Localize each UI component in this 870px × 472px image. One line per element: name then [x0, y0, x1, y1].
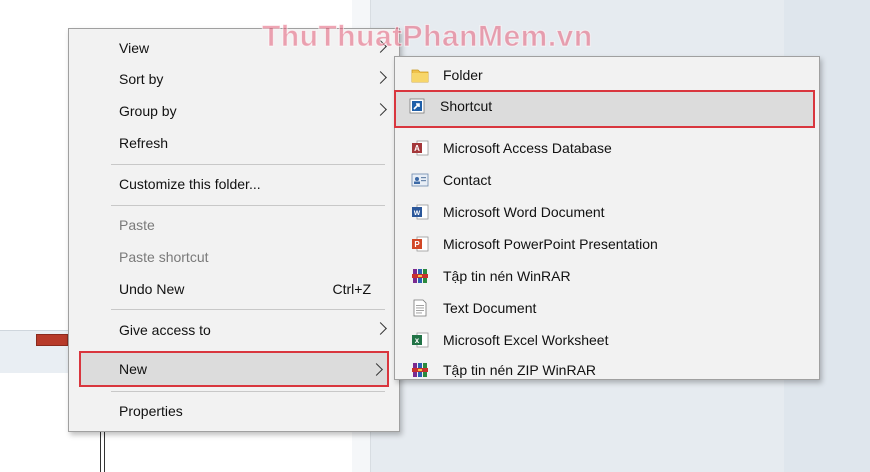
background-red-element: [36, 334, 68, 346]
menu-item-label: Group by: [119, 103, 177, 119]
submenu-item-winrar-zip[interactable]: Tập tin nén ZIP WinRAR: [397, 354, 817, 386]
menu-separator: [111, 309, 385, 310]
menu-item-new[interactable]: New: [79, 351, 389, 387]
submenu-item-label: Contact: [443, 172, 492, 188]
chevron-right-icon: [374, 103, 387, 116]
menu-item-paste[interactable]: Paste: [71, 210, 397, 240]
menu-item-label: New: [119, 361, 148, 377]
submenu-item-label: Microsoft PowerPoint Presentation: [443, 236, 658, 252]
menu-item-label: Properties: [119, 403, 183, 419]
submenu-item-shortcut[interactable]: Shortcut: [394, 90, 815, 128]
chevron-right-icon: [374, 71, 387, 84]
chevron-right-icon: [370, 363, 383, 376]
svg-text:w: w: [413, 208, 421, 217]
contact-icon: [411, 171, 429, 189]
menu-item-label: Sort by: [119, 71, 164, 87]
submenu-item-label: Microsoft Word Document: [443, 204, 605, 220]
menu-item-refresh[interactable]: Refresh: [71, 128, 397, 158]
context-menu: View Sort by Group by Refresh Customize …: [68, 28, 400, 432]
submenu-item-label: Microsoft Access Database: [443, 140, 612, 156]
submenu-item-label: Microsoft Excel Worksheet: [443, 332, 609, 348]
background-vertical-line: [100, 432, 105, 472]
menu-item-give-access[interactable]: Give access to: [71, 315, 397, 345]
menu-item-label: Give access to: [119, 322, 211, 338]
menu-item-customize-folder[interactable]: Customize this folder...: [71, 169, 397, 199]
excel-icon: x: [411, 331, 429, 349]
word-icon: w: [411, 203, 429, 221]
menu-item-label: Customize this folder...: [119, 176, 261, 192]
submenu-item-label: Tập tin nén WinRAR: [443, 268, 571, 284]
chevron-right-icon: [374, 322, 387, 335]
submenu-item-label: Folder: [443, 67, 483, 83]
menu-item-label: Paste shortcut: [119, 249, 209, 265]
submenu-item-powerpoint[interactable]: P Microsoft PowerPoint Presentation: [397, 228, 817, 260]
menu-item-sort-by[interactable]: Sort by: [71, 64, 397, 94]
submenu-item-access-database[interactable]: A Microsoft Access Database: [397, 132, 817, 164]
menu-item-label: Undo New: [119, 281, 185, 297]
folder-icon: [411, 66, 429, 84]
menu-item-label: Paste: [119, 217, 155, 233]
submenu-item-winrar[interactable]: Tập tin nén WinRAR: [397, 260, 817, 292]
submenu-item-word-document[interactable]: w Microsoft Word Document: [397, 196, 817, 228]
svg-text:P: P: [414, 240, 420, 249]
text-document-icon: [411, 299, 429, 317]
winrar-zip-icon: [411, 361, 429, 379]
menu-item-properties[interactable]: Properties: [71, 396, 397, 426]
submenu-item-label: Tập tin nén ZIP WinRAR: [443, 362, 597, 378]
menu-item-label: Refresh: [119, 135, 169, 151]
winrar-icon: [411, 267, 429, 285]
submenu-item-label: Text Document: [443, 300, 537, 316]
shortcut-icon: [408, 97, 426, 115]
submenu-item-contact[interactable]: Contact: [397, 164, 817, 196]
chevron-right-icon: [374, 40, 387, 53]
submenu-item-label: Shortcut: [440, 98, 493, 114]
menu-item-label: View: [119, 40, 150, 56]
svg-text:A: A: [414, 144, 420, 153]
menu-item-undo-new[interactable]: Undo New Ctrl+Z: [71, 274, 397, 304]
menu-separator: [111, 205, 385, 206]
submenu-item-excel-worksheet[interactable]: x Microsoft Excel Worksheet: [397, 324, 817, 356]
submenu-item-text-document[interactable]: Text Document: [397, 292, 817, 324]
powerpoint-icon: P: [411, 235, 429, 253]
menu-item-paste-shortcut[interactable]: Paste shortcut: [71, 242, 397, 272]
menu-item-group-by[interactable]: Group by: [71, 96, 397, 126]
new-submenu: Folder Shortcut A Microsoft Access Datab…: [394, 56, 820, 380]
menu-separator: [111, 391, 385, 392]
menu-item-view[interactable]: View: [71, 33, 397, 63]
keyboard-shortcut: Ctrl+Z: [332, 281, 372, 297]
submenu-item-folder[interactable]: Folder: [397, 59, 817, 91]
menu-separator: [111, 164, 385, 165]
svg-text:x: x: [415, 336, 420, 345]
access-icon: A: [411, 139, 429, 157]
